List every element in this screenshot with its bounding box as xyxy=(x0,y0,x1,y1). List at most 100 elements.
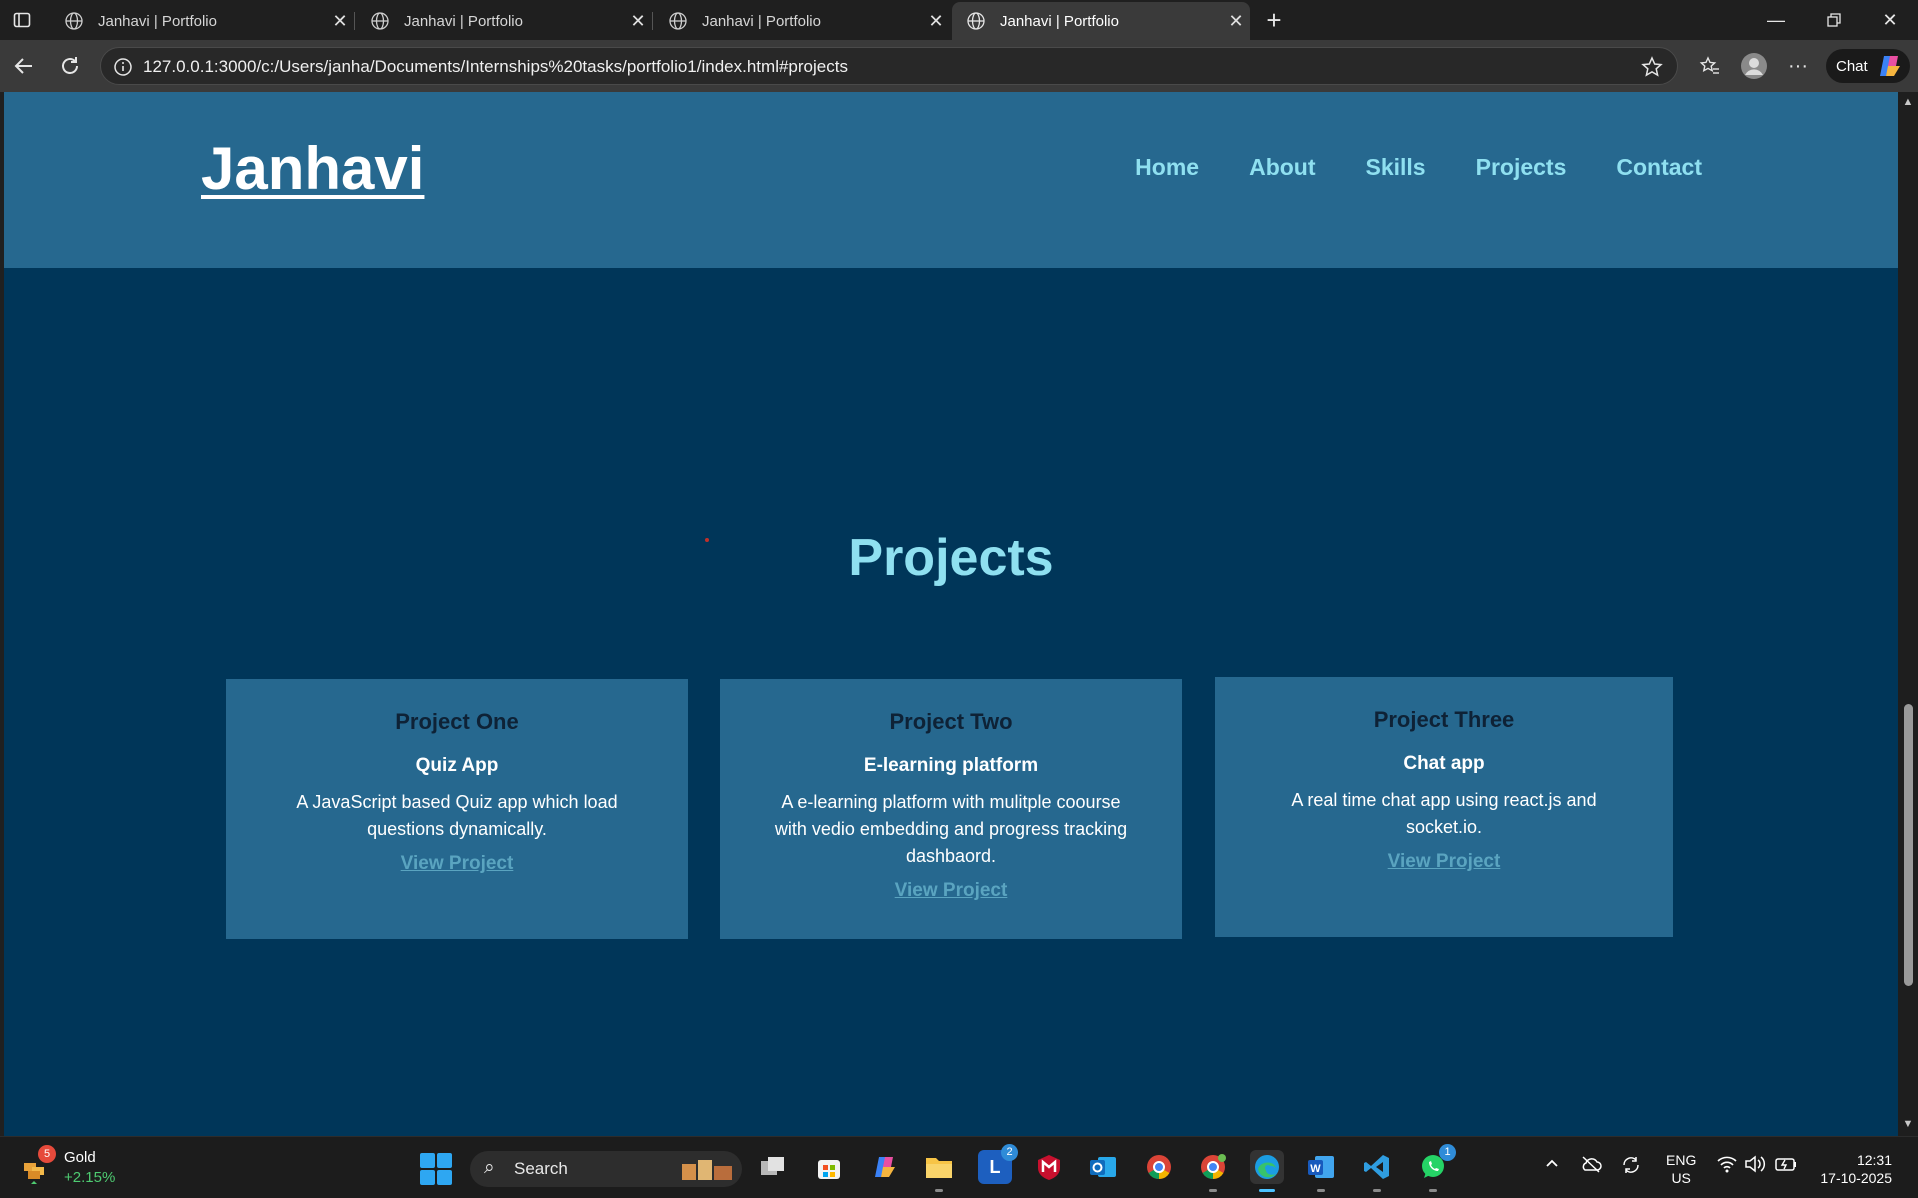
back-icon[interactable] xyxy=(8,50,40,82)
scroll-thumb[interactable] xyxy=(1904,704,1913,986)
project-heading: Project Two xyxy=(889,709,1013,734)
windows-logo-tile xyxy=(420,1153,435,1168)
outlook-icon[interactable] xyxy=(1086,1150,1120,1184)
edge-icon[interactable] xyxy=(1250,1150,1284,1192)
taskbar-clock[interactable]: 12:31 17-10-2025 xyxy=(1812,1151,1892,1187)
chat-label: Chat xyxy=(1836,57,1868,75)
running-indicator xyxy=(1373,1189,1381,1192)
scroll-up-icon[interactable]: ▲ xyxy=(1902,96,1914,108)
nav-link-projects[interactable]: Projects xyxy=(1476,154,1567,181)
url-text[interactable]: 127.0.0.1:3000/c:/Users/janha/Documents/… xyxy=(143,57,848,77)
chrome-profile-icon[interactable] xyxy=(1196,1150,1230,1192)
page-scrollbar[interactable]: ▲ ▼ xyxy=(1898,92,1918,1136)
task-view-icon[interactable] xyxy=(756,1150,790,1184)
store-icon[interactable] xyxy=(812,1150,846,1184)
running-indicator xyxy=(1209,1189,1217,1192)
info-icon[interactable] xyxy=(113,57,133,77)
project-description: A e-learning platform with mulitple coou… xyxy=(774,792,1128,866)
battery-icon[interactable] xyxy=(1774,1155,1798,1178)
globe-icon xyxy=(669,12,687,30)
widget-name: Gold xyxy=(64,1149,96,1166)
region-code: US xyxy=(1671,1170,1691,1186)
file-explorer-icon[interactable] xyxy=(922,1150,956,1192)
site-header: Janhavi Home About Skills Projects Conta… xyxy=(4,92,1898,268)
taskbar-search[interactable]: ⌕ Search xyxy=(470,1151,742,1187)
new-tab-button[interactable]: + xyxy=(1258,4,1290,36)
tab-divider xyxy=(652,12,653,30)
search-label: Search xyxy=(514,1159,568,1178)
close-tab-icon[interactable]: ✕ xyxy=(326,11,354,32)
nav-link-home[interactable]: Home xyxy=(1135,154,1199,181)
browser-tab[interactable]: Janhavi | Portfolio ✕ xyxy=(356,2,652,40)
browser-tab-active[interactable]: Janhavi | Portfolio ✕ xyxy=(952,2,1250,40)
browser-tab[interactable]: Janhavi | Portfolio ✕ xyxy=(654,2,950,40)
view-project-link[interactable]: View Project xyxy=(401,853,514,875)
wifi-icon[interactable] xyxy=(1716,1155,1738,1178)
tab-title: Janhavi | Portfolio xyxy=(702,12,821,30)
nav-link-contact[interactable]: Contact xyxy=(1616,154,1702,181)
start-button[interactable] xyxy=(420,1153,452,1185)
sidebar-toggle-icon[interactable] xyxy=(6,4,38,36)
main-nav: Home About Skills Projects Contact xyxy=(1135,154,1702,181)
site-logo[interactable]: Janhavi xyxy=(201,134,424,203)
widget-badge: 5 xyxy=(38,1145,56,1163)
project-card: Project One Quiz App A JavaScript based … xyxy=(226,679,688,939)
close-window-icon[interactable]: ✕ xyxy=(1874,4,1906,36)
project-name: Quiz App xyxy=(415,755,499,776)
sync-icon[interactable] xyxy=(1620,1155,1642,1180)
svg-text:W: W xyxy=(1310,1163,1321,1175)
chrome-icon[interactable] xyxy=(1142,1150,1176,1184)
profile-avatar-icon[interactable] xyxy=(1738,50,1770,82)
project-description: A real time chat app using react.js and … xyxy=(1291,790,1597,837)
nav-link-skills[interactable]: Skills xyxy=(1366,154,1426,181)
volume-icon[interactable] xyxy=(1744,1155,1766,1178)
active-indicator xyxy=(1259,1189,1275,1192)
taskbar: 5 Gold +2.15% ⌕ Search L2 W 1 ENG US 12:… xyxy=(0,1136,1918,1198)
tab-title: Janhavi | Portfolio xyxy=(98,12,217,30)
close-tab-icon[interactable]: ✕ xyxy=(624,11,652,32)
word-icon[interactable]: W xyxy=(1304,1150,1338,1192)
windows-logo-tile xyxy=(437,1170,452,1185)
project-heading: Project One xyxy=(395,709,519,734)
nav-link-about[interactable]: About xyxy=(1249,154,1315,181)
more-menu-icon[interactable]: ··· xyxy=(1782,50,1814,82)
tab-title: Janhavi | Portfolio xyxy=(1000,12,1119,30)
notification-badge: 1 xyxy=(1439,1144,1456,1161)
running-indicator xyxy=(1429,1189,1437,1192)
project-description: A JavaScript based Quiz app which load q… xyxy=(296,792,618,839)
project-card: Project Three Chat app A real time chat … xyxy=(1215,677,1673,937)
browser-tab[interactable]: Janhavi | Portfolio ✕ xyxy=(50,2,354,40)
close-tab-icon[interactable]: ✕ xyxy=(1222,11,1250,32)
view-project-link[interactable]: View Project xyxy=(1388,851,1501,873)
browser-toolbar: 127.0.0.1:3000/c:/Users/janha/Documents/… xyxy=(0,40,1918,92)
minimize-icon[interactable]: — xyxy=(1760,4,1792,36)
clock-time: 12:31 xyxy=(1856,1152,1892,1168)
restore-icon[interactable] xyxy=(1818,4,1850,36)
show-hidden-icons[interactable] xyxy=(1544,1155,1560,1176)
favorites-icon[interactable] xyxy=(1694,50,1726,82)
tab-divider xyxy=(354,12,355,30)
page-viewport: Janhavi Home About Skills Projects Conta… xyxy=(4,92,1898,1136)
notification-badge: 2 xyxy=(1001,1144,1018,1161)
mcafee-icon[interactable] xyxy=(1032,1150,1066,1184)
copilot-app-icon[interactable] xyxy=(868,1150,902,1184)
clock-date: 17-10-2025 xyxy=(1820,1170,1892,1186)
windows-logo-tile xyxy=(437,1153,452,1168)
language-code: ENG xyxy=(1666,1152,1697,1168)
copilot-chat-button[interactable]: Chat xyxy=(1826,49,1910,83)
close-tab-icon[interactable]: ✕ xyxy=(922,11,950,32)
cloud-offline-icon[interactable] xyxy=(1580,1155,1602,1178)
whatsapp-icon[interactable]: 1 xyxy=(1416,1144,1456,1192)
browser-tab-bar: Janhavi | Portfolio ✕ Janhavi | Portfoli… xyxy=(0,0,1918,40)
running-indicator xyxy=(935,1189,943,1192)
globe-icon xyxy=(371,12,389,30)
language-indicator[interactable]: ENG US xyxy=(1666,1151,1696,1187)
lens-app-icon[interactable]: L2 xyxy=(978,1144,1018,1184)
view-project-link[interactable]: View Project xyxy=(895,880,1008,902)
section-title: Projects xyxy=(848,529,1054,587)
vscode-icon[interactable] xyxy=(1360,1150,1394,1192)
favorite-star-icon[interactable] xyxy=(1641,56,1663,78)
reload-icon[interactable] xyxy=(54,50,86,82)
address-bar[interactable]: 127.0.0.1:3000/c:/Users/janha/Documents/… xyxy=(100,47,1678,85)
scroll-down-icon[interactable]: ▼ xyxy=(1902,1118,1914,1130)
